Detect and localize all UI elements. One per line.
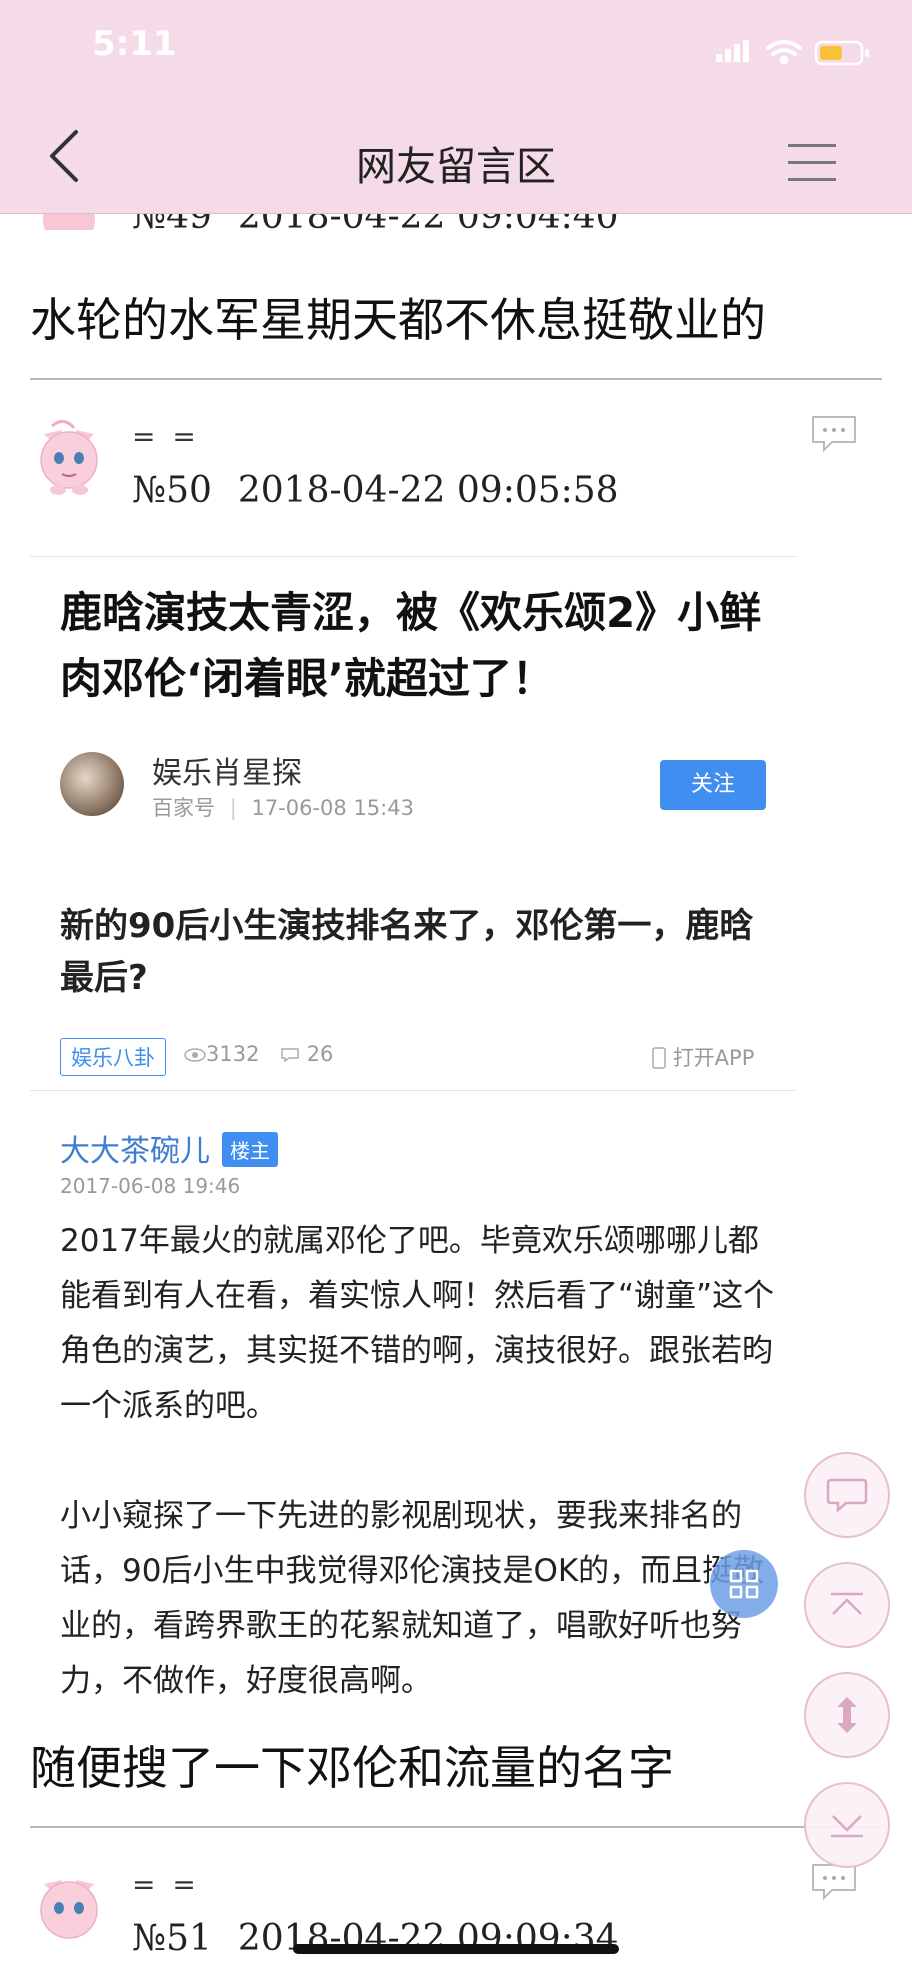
- comment-datetime: 2018-04-22 09:05:58: [237, 470, 619, 511]
- avatar[interactable]: [34, 412, 104, 498]
- jigglypuff-avatar-icon: [40, 420, 98, 495]
- arrow-up-icon: [831, 1592, 863, 1615]
- jigglypuff-avatar-icon: [40, 1880, 98, 1939]
- comment-author: = =: [132, 420, 200, 453]
- comment-body: 随便搜了一下邓伦和流量的名字: [30, 1741, 674, 1795]
- status-time: 5:11: [92, 24, 177, 64]
- article-subtitle: 新的90后小生演技排名来了，邓伦第一，鹿晗最后?: [60, 906, 754, 998]
- signal-icon: [716, 40, 749, 62]
- comment-bubble-icon: [812, 1864, 856, 1901]
- reply-button[interactable]: [810, 414, 858, 453]
- comment-bubble-icon: [826, 1478, 868, 1513]
- author-name: 娱乐肖星探: [152, 756, 302, 791]
- refresh-button[interactable]: [804, 1672, 890, 1758]
- source-label: 百家号: [152, 796, 215, 820]
- publish-date: 17-06-08 15:43: [251, 796, 414, 820]
- author-avatar: [60, 752, 124, 816]
- op-timestamp: 2017-06-08 19:46: [60, 1174, 241, 1198]
- comment-number: №50: [132, 470, 212, 511]
- menu-line: [788, 178, 836, 181]
- menu-line: [788, 161, 836, 164]
- qr-code-icon: [729, 1569, 759, 1599]
- comment-body: 水轮的水军星期天都不休息挺敬业的: [30, 293, 766, 347]
- op-paragraph: 小小窥探了一下先进的影视剧现状，要我来排名的话，90后小生中我觉得邓伦演技是OK…: [60, 1498, 765, 1699]
- arrow-down-icon: [831, 1815, 863, 1838]
- tag-badge[interactable]: 娱乐八卦: [60, 1038, 166, 1076]
- article-title: 鹿晗演技太青涩，被《欢乐颂2》小鲜肉邓伦‘闭着眼’就超过了！: [60, 588, 762, 703]
- status-icons: [708, 38, 876, 70]
- view-count: 3132: [184, 1042, 259, 1066]
- comment-count-value: 26: [306, 1042, 334, 1066]
- comment-count: 26: [280, 1042, 333, 1066]
- comment-author: = =: [132, 1868, 200, 1901]
- comment-number: №51: [132, 1918, 212, 1959]
- op-post-text: 2017年最火的就属邓伦了吧。毕竟欢乐颂哪哪儿都能看到有人在看，着实惊人啊！然后…: [60, 1214, 786, 1764]
- float-comment-button[interactable]: [804, 1452, 890, 1538]
- op-author-name[interactable]: 大大茶碗儿: [60, 1126, 210, 1170]
- refresh-icon: [837, 1697, 857, 1733]
- eye-icon: [184, 1048, 206, 1062]
- comment-meta: №50 2018-04-22 09:05:58: [132, 470, 619, 511]
- menu-line: [788, 144, 836, 147]
- meta-separator: |: [229, 796, 237, 820]
- op-badge: 楼主: [222, 1132, 278, 1167]
- phone-icon: [652, 1047, 666, 1069]
- app-header: 5:11 网友留言区: [0, 0, 912, 214]
- avatar[interactable]: [34, 1862, 104, 1948]
- comment-icon: [281, 1048, 299, 1063]
- follow-button[interactable]: 关注: [660, 760, 766, 810]
- comment-bubble-icon: [812, 416, 856, 453]
- open-app-label: 打开APP: [672, 1046, 755, 1070]
- qr-code-button[interactable]: [710, 1550, 778, 1618]
- wifi-icon: [766, 40, 802, 65]
- menu-button[interactable]: [788, 144, 836, 182]
- scroll-bottom-button[interactable]: [804, 1782, 890, 1868]
- scroll-top-button[interactable]: [804, 1562, 890, 1648]
- card-top-divider: [30, 556, 796, 557]
- view-count-value: 3132: [206, 1042, 260, 1066]
- home-indicator[interactable]: [293, 1944, 619, 1954]
- card-divider: [30, 1090, 796, 1091]
- page-title: 网友留言区: [356, 144, 556, 190]
- comment-divider: [30, 1826, 882, 1828]
- op-paragraph: 2017年最火的就属邓伦了吧。毕竟欢乐颂哪哪儿都能看到有人在看，着实惊人啊！然后…: [60, 1223, 775, 1424]
- open-app-link[interactable]: 打开APP: [652, 1042, 754, 1072]
- battery-icon: [814, 40, 869, 66]
- comment-divider: [30, 378, 882, 380]
- author-meta: 百家号 | 17-06-08 15:43: [152, 792, 414, 822]
